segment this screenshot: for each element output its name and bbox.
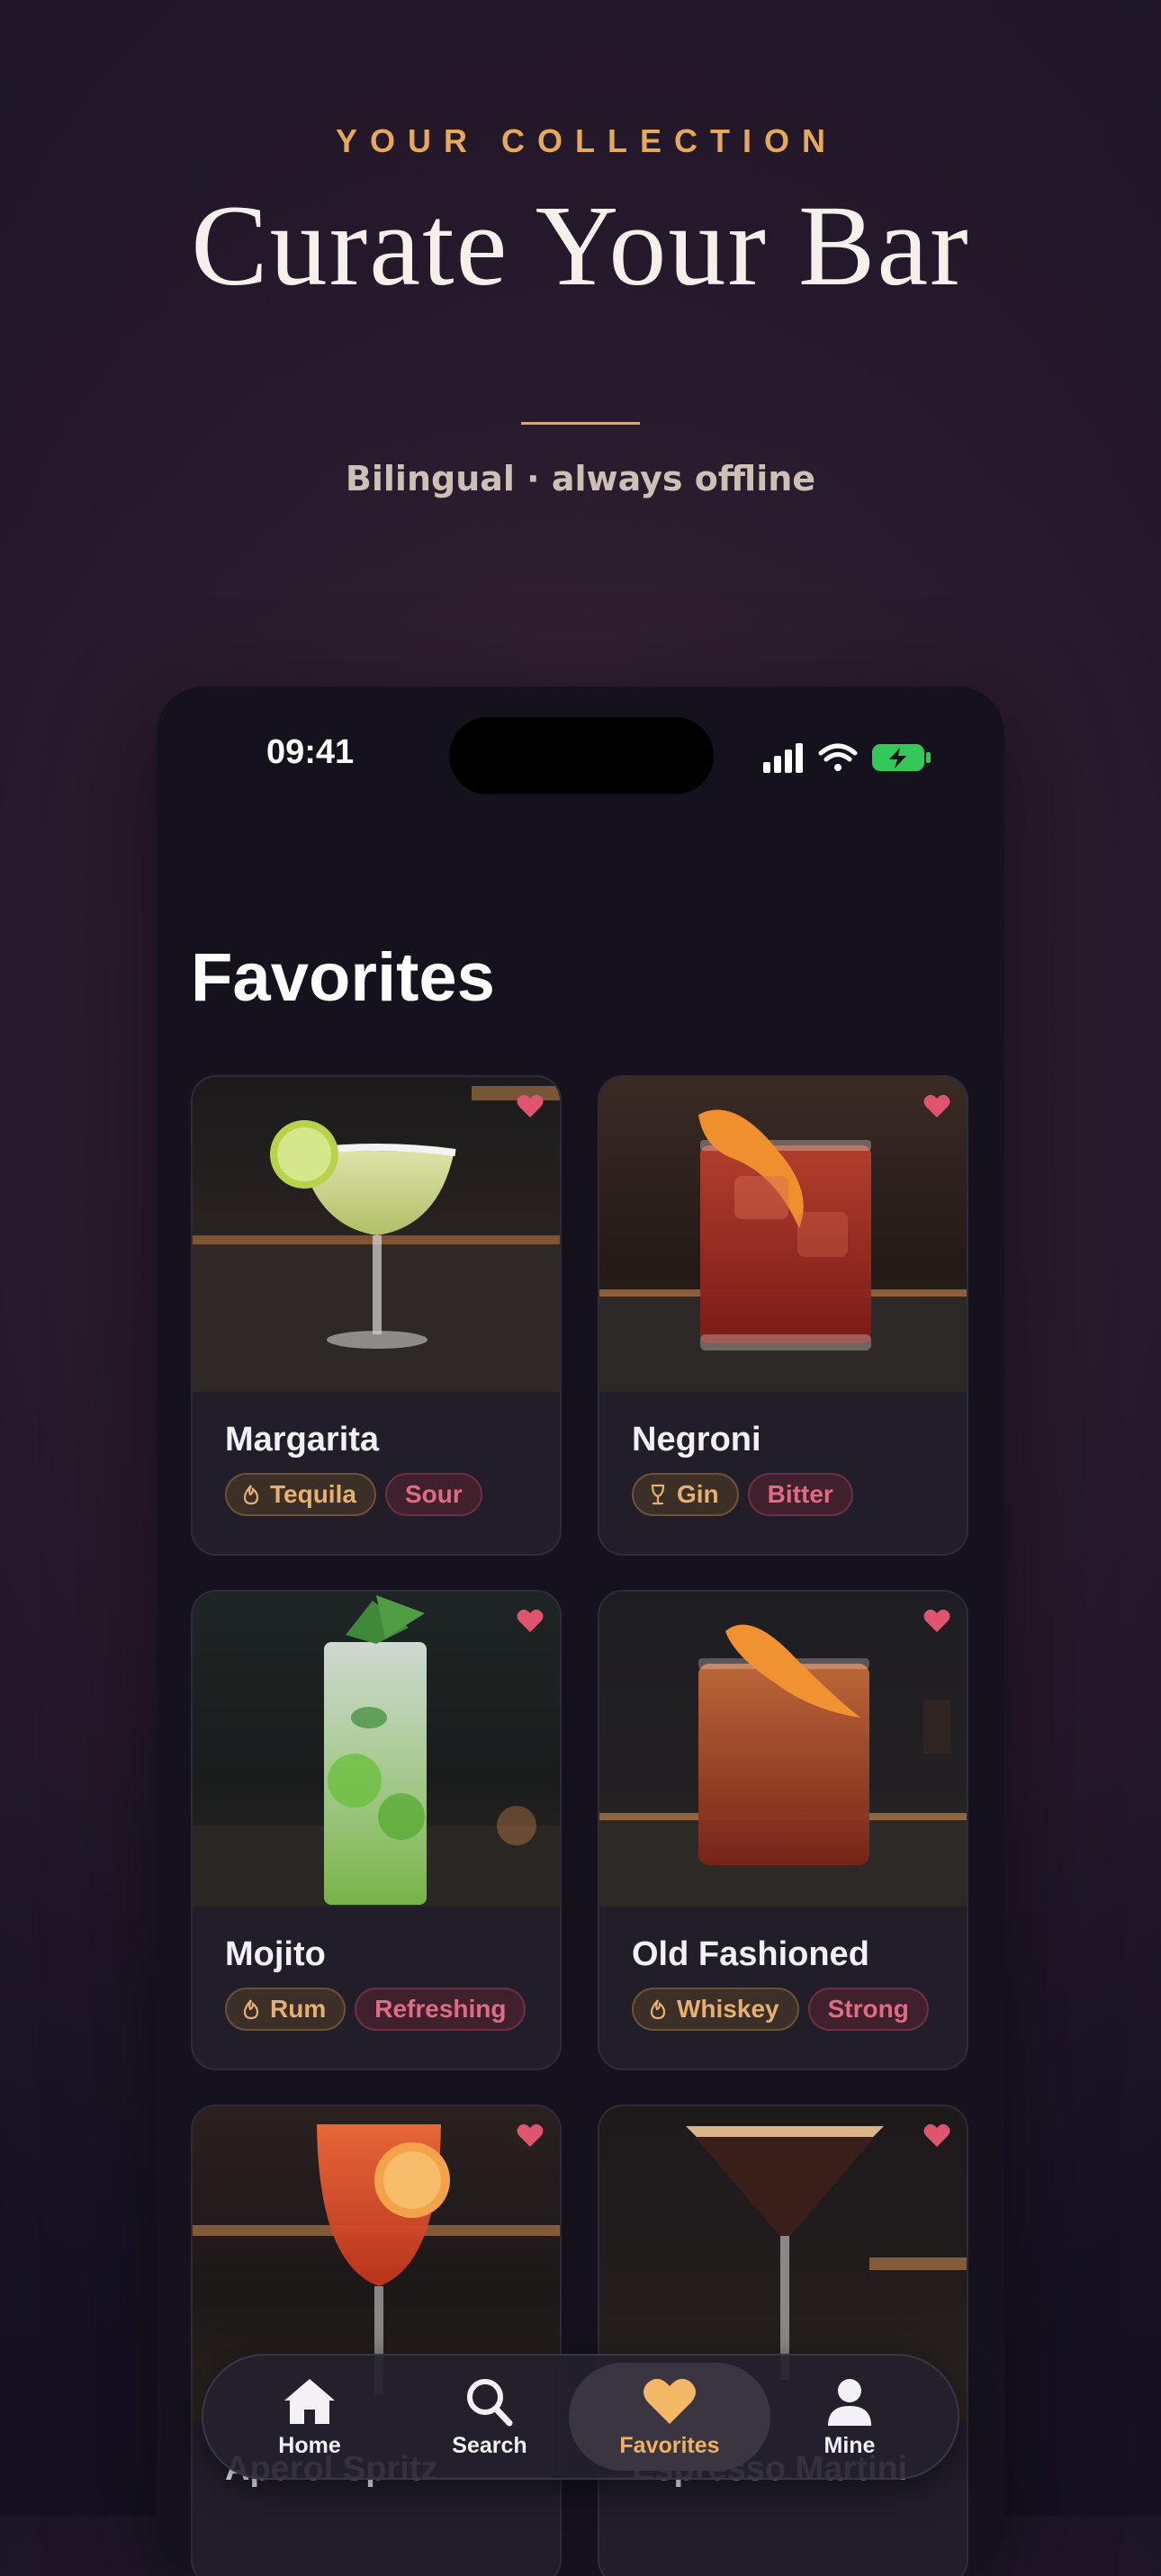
tab-bar: Home Search Favorites Mine: [202, 2354, 959, 2480]
tab-search[interactable]: Search: [400, 2363, 580, 2471]
cocktail-card[interactable]: Margarita Tequila Sour: [191, 1075, 562, 1556]
flame-icon: [243, 1485, 259, 1505]
glass-icon: [651, 1484, 665, 1505]
flame-icon: [243, 1999, 259, 2020]
base-spirit-label: Gin: [677, 1480, 719, 1508]
cocktail-name: Old Fashioned: [632, 1935, 869, 1973]
hero-divider: [521, 422, 640, 425]
flame-icon: [650, 1999, 666, 2020]
cocktail-card[interactable]: Espresso Martini: [598, 2105, 968, 2576]
dynamic-island: [449, 717, 714, 794]
heart-icon[interactable]: [923, 2123, 950, 2148]
cocktail-photo: [599, 1077, 967, 1392]
tag-list: Tequila Sour: [225, 1473, 482, 1516]
tab-label: Favorites: [619, 2432, 720, 2458]
cocktail-photo: [193, 1077, 560, 1392]
heart-icon[interactable]: [923, 1608, 950, 1633]
cocktail-card[interactable]: Old Fashioned Whiskey Strong: [598, 1590, 968, 2070]
signal-icon: [763, 743, 803, 773]
base-spirit-tag: Whiskey: [632, 1988, 799, 2031]
cocktail-photo: [599, 1592, 967, 1907]
tab-label: Search: [452, 2432, 527, 2458]
cocktail-card[interactable]: Mojito Rum Refreshing: [191, 1590, 562, 2070]
status-icons: [763, 743, 931, 773]
search-icon: [467, 2378, 513, 2426]
battery-charging-icon: [872, 744, 931, 771]
hero-title: Curate Your Bar: [191, 182, 970, 310]
flavor-tag: Bitter: [747, 1473, 853, 1516]
cocktail-photo: [193, 1592, 560, 1907]
heart-icon[interactable]: [923, 1093, 950, 1118]
status-time: 09:41: [266, 733, 355, 771]
base-spirit-label: Rum: [270, 1995, 327, 2023]
hero-eyebrow: YOUR COLLECTION: [336, 122, 838, 159]
tag-list: Whiskey Strong: [632, 1988, 929, 2031]
home-icon: [284, 2378, 335, 2424]
cocktail-name: Negroni: [632, 1421, 761, 1459]
cocktail-name: Margarita: [225, 1421, 380, 1459]
wifi-icon: [818, 743, 858, 771]
person-icon: [828, 2378, 871, 2426]
base-spirit-tag: Gin: [632, 1473, 739, 1516]
cocktail-name: Mojito: [225, 1935, 326, 1973]
tab-label: Mine: [824, 2432, 876, 2458]
base-spirit-tag: Rum: [225, 1988, 346, 2031]
flavor-tag: Sour: [384, 1473, 482, 1516]
tab-favorites[interactable]: Favorites: [569, 2363, 770, 2471]
base-spirit-label: Whiskey: [677, 1995, 779, 2023]
heart-icon: [644, 2378, 696, 2424]
cocktail-card[interactable]: Aperol Spritz: [191, 2105, 562, 2576]
base-spirit-tag: Tequila: [225, 1473, 376, 1516]
hero-subtitle: Bilingual · always offline: [345, 459, 816, 498]
tab-label: Home: [278, 2432, 341, 2458]
tag-list: Gin Bitter: [632, 1473, 853, 1516]
heart-icon[interactable]: [517, 1608, 544, 1633]
phone-screen: 09:41 Favorites Margarita Tequila Sour N…: [157, 687, 1004, 2576]
tab-mine[interactable]: Mine: [760, 2363, 940, 2471]
flavor-tag: Refreshing: [355, 1988, 526, 2031]
tag-list: Rum Refreshing: [225, 1988, 526, 2031]
base-spirit-label: Tequila: [270, 1480, 356, 1508]
heart-icon[interactable]: [517, 2123, 544, 2148]
flavor-tag: Strong: [807, 1988, 929, 2031]
page-title: Favorites: [191, 939, 495, 1016]
tab-home[interactable]: Home: [220, 2363, 400, 2471]
cocktail-card[interactable]: Negroni Gin Bitter: [598, 1075, 968, 1556]
heart-icon[interactable]: [517, 1093, 544, 1118]
